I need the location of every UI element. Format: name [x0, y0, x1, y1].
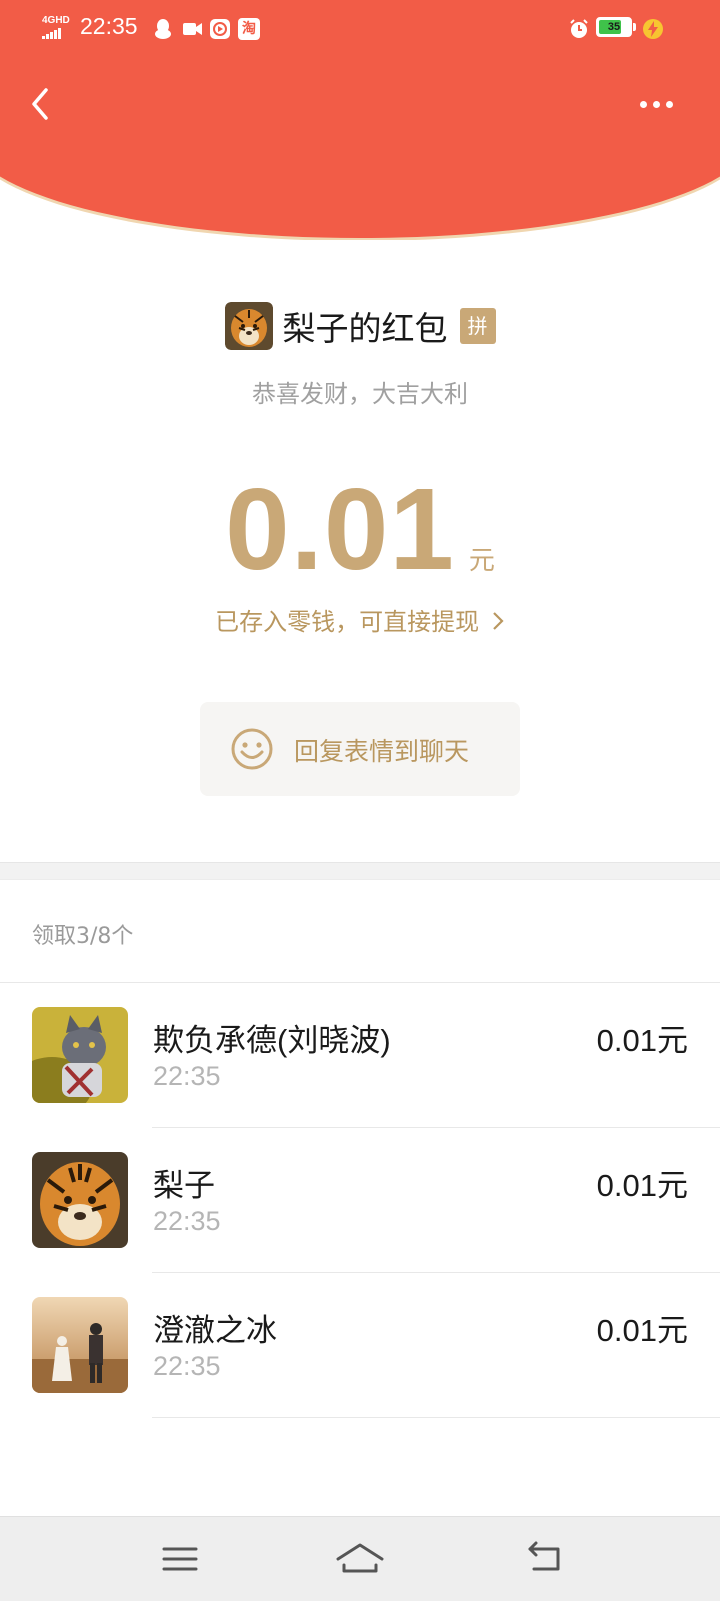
qq-icon — [155, 19, 171, 39]
claimer-name: 澄澈之冰 — [153, 1313, 277, 1348]
status-time: 22:35 — [80, 13, 138, 39]
menu-icon[interactable] — [158, 1537, 202, 1581]
more-dot — [640, 100, 647, 108]
claim-time: 22:35 — [153, 1061, 221, 1091]
claim-amount: 0.01元 — [596, 1168, 688, 1203]
sender-avatar[interactable] — [224, 302, 273, 350]
claim-row[interactable]: 梨子 22:35 0.01元 — [0, 1128, 720, 1273]
packet-amount-row: 0.01 元 — [0, 462, 720, 596]
more-dot — [653, 100, 660, 108]
network-label: 4GHD — [42, 15, 70, 26]
pin-badge: 拼 — [459, 308, 496, 344]
signal-icon — [42, 28, 70, 39]
claim-amount: 0.01元 — [596, 1023, 688, 1058]
row-divider — [152, 1417, 720, 1418]
more-options-button[interactable] — [640, 92, 684, 116]
claimer-name: 梨子 — [153, 1168, 215, 1203]
claim-row[interactable]: 澄澈之冰 22:35 0.01元 — [0, 1273, 720, 1418]
video-icon — [183, 23, 202, 35]
red-header: 4GHD 22:35 淘 35 — [0, 0, 720, 240]
saved-to-change-link[interactable]: 已存入零钱，可直接提现 — [0, 602, 720, 637]
back-icon[interactable] — [524, 1537, 568, 1581]
home-icon[interactable] — [332, 1537, 388, 1581]
claimer-name: 欺负承德(刘晓波) — [153, 1023, 391, 1058]
back-button[interactable] — [22, 84, 62, 124]
more-dot — [666, 100, 673, 108]
claim-time: 22:35 — [153, 1206, 221, 1236]
play-icon — [210, 19, 230, 39]
packet-amount-unit: 元 — [468, 546, 495, 576]
battery-level: 35 — [607, 21, 621, 33]
claim-summary: 领取3/8个 — [32, 924, 134, 949]
smile-icon — [231, 728, 273, 770]
saved-to-change-label: 已存入零钱，可直接提现 — [215, 608, 480, 636]
packet-title-row: 梨子的红包 拼 — [0, 300, 720, 352]
status-bar: 4GHD 22:35 淘 35 — [0, 0, 720, 56]
tiger-avatar[interactable] — [32, 1152, 128, 1248]
claim-amount: 0.01元 — [596, 1313, 688, 1348]
reply-sticker-label: 回复表情到聊天 — [294, 737, 470, 766]
system-nav-bar — [0, 1516, 720, 1601]
chevron-right-icon — [493, 612, 504, 630]
claim-time: 22:35 — [153, 1351, 221, 1381]
network-indicator: 4GHD — [42, 16, 70, 39]
alarm-icon — [570, 19, 588, 38]
battery-icon: 35 — [596, 17, 636, 37]
reply-sticker-button[interactable]: 回复表情到聊天 — [200, 702, 520, 796]
charging-icon — [643, 19, 663, 39]
cat-avatar[interactable] — [32, 1007, 128, 1103]
packet-greeting: 恭喜发财，大吉大利 — [252, 380, 468, 408]
packet-amount: 0.01 — [225, 464, 455, 594]
packet-title: 梨子的红包 — [282, 310, 448, 347]
taobao-icon: 淘 — [238, 18, 260, 40]
couple-avatar[interactable] — [32, 1297, 128, 1393]
claim-list: 欺负承德(刘晓波) 22:35 0.01元 梨子 22:35 0.01元 澄澈之… — [0, 983, 720, 1418]
claim-row[interactable]: 欺负承德(刘晓波) 22:35 0.01元 — [0, 983, 720, 1128]
section-divider — [0, 862, 720, 880]
